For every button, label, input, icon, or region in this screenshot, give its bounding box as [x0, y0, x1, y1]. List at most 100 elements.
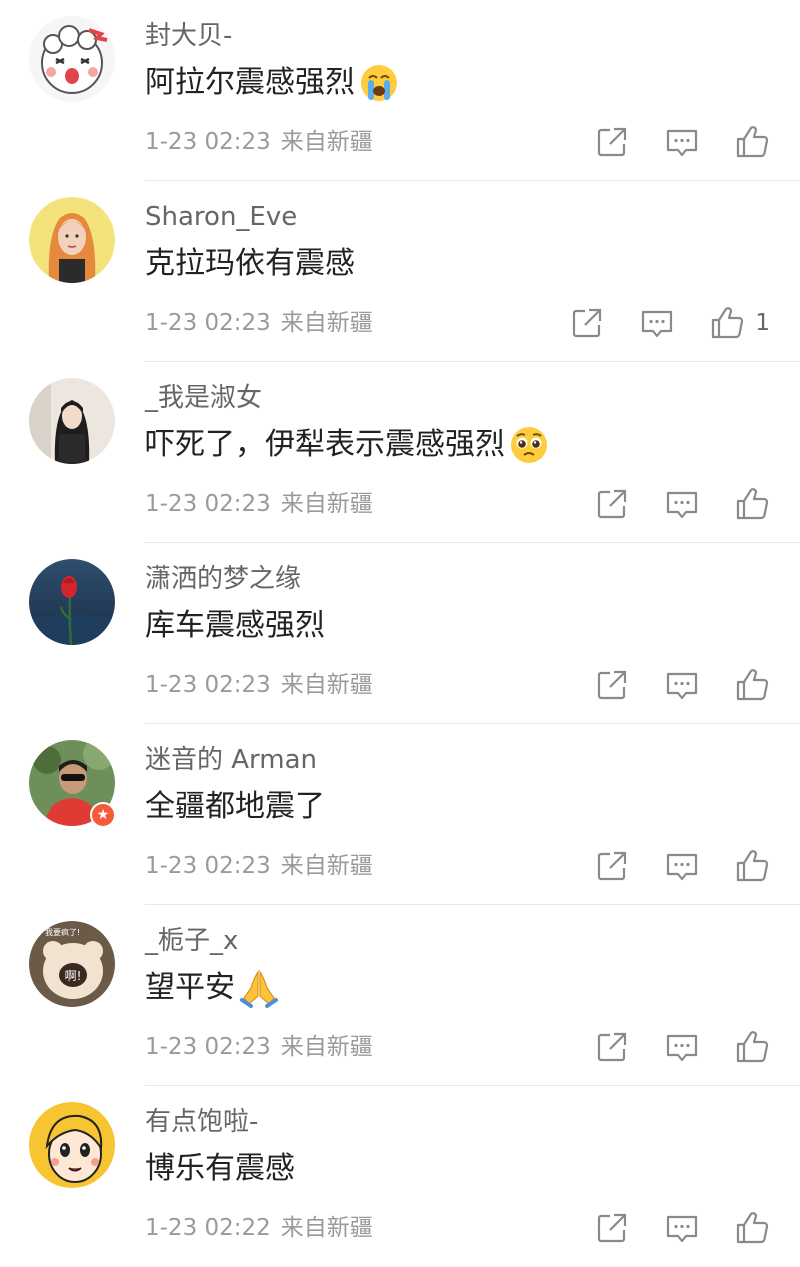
comment-actions: [560, 124, 770, 160]
username[interactable]: Sharon_Eve: [145, 199, 297, 235]
comment-text-content: 阿拉尔震感强烈: [145, 65, 355, 100]
comment-date: 1-23 02:23: [145, 310, 271, 336]
comment-item: 啊! 我要疯了! _栀子_x 望平安 1-23 02:23 来自新疆: [0, 905, 800, 1086]
comment-button[interactable]: [664, 1029, 700, 1065]
avatar-top-caption: 我要疯了!: [45, 927, 80, 937]
comment-icon: [666, 672, 698, 700]
share-button[interactable]: [594, 667, 630, 703]
comment-date: 1-23 02:23: [145, 853, 271, 879]
comment-text: 克拉玛依有震感: [145, 244, 355, 284]
comment-button[interactable]: [664, 848, 700, 884]
comment-icon: [666, 129, 698, 157]
username[interactable]: _我是淑女: [145, 380, 262, 416]
avatar-caption: 啊!: [65, 969, 82, 983]
comment-date: 1-23 02:23: [145, 129, 271, 155]
comment-text-content: 吓死了，伊犁表示震感强烈: [145, 427, 505, 462]
share-icon: [597, 127, 627, 157]
share-button[interactable]: [594, 1210, 630, 1246]
comment-button[interactable]: [639, 305, 675, 341]
comment-icon: [642, 310, 673, 338]
avatar[interactable]: [29, 16, 115, 102]
avatar[interactable]: [29, 378, 115, 464]
verified-badge-icon: ★: [90, 802, 116, 828]
username[interactable]: 潇洒的梦之缘: [145, 561, 301, 597]
like-button[interactable]: [734, 124, 770, 160]
comment-location: 来自新疆: [280, 310, 373, 336]
comment-list: 封大贝- 阿拉尔震感强烈 1-23 02:23 来自新疆 Sharon_Eve …: [0, 0, 800, 1261]
comment-item: 有点饱啦- 博乐有震感 1-23 02:22 来自新疆: [0, 1086, 800, 1267]
thumbs-up-icon: [736, 1212, 769, 1244]
comment-button[interactable]: [664, 124, 700, 160]
comment-date: 1-23 02:23: [145, 672, 271, 698]
like-button[interactable]: [734, 1210, 770, 1246]
username[interactable]: 迷音的 Arman: [145, 742, 317, 778]
username[interactable]: 封大贝-: [145, 18, 232, 54]
comment-text: 吓死了，伊犁表示震感强烈: [145, 425, 549, 465]
comment-date: 1-23 02:22: [145, 1215, 271, 1241]
pleading-face-icon: [509, 425, 549, 465]
comment-text: 望平安: [145, 968, 279, 1008]
comment-item: Sharon_Eve 克拉玛依有震感 1-23 02:23 来自新疆 1: [0, 181, 800, 362]
thumbs-up-icon: [736, 669, 769, 701]
comment-item: 潇洒的梦之缘 库车震感强烈 1-23 02:23 来自新疆: [0, 543, 800, 724]
comment-button[interactable]: [664, 486, 700, 522]
share-button[interactable]: [594, 486, 630, 522]
avatar[interactable]: [29, 1102, 115, 1188]
like-button[interactable]: [734, 848, 770, 884]
avatar[interactable]: 啊! 我要疯了!: [29, 921, 115, 1007]
thumbs-up-icon: [712, 307, 744, 339]
avatar[interactable]: [29, 197, 115, 283]
comment-icon: [666, 1034, 698, 1062]
comment-icon: [666, 491, 698, 519]
username[interactable]: _栀子_x: [145, 923, 238, 959]
comment-meta: 1-23 02:23 来自新疆: [145, 849, 373, 883]
comment-text: 库车震感强烈: [145, 606, 325, 646]
like-button[interactable]: [734, 486, 770, 522]
share-button[interactable]: [569, 305, 605, 341]
comment-date: 1-23 02:23: [145, 1034, 271, 1060]
comment-location: 来自新疆: [280, 853, 373, 879]
share-button[interactable]: [594, 1029, 630, 1065]
share-button[interactable]: [594, 124, 630, 160]
thumbs-up-icon: [736, 488, 769, 520]
comment-actions: [560, 1210, 770, 1246]
avatar[interactable]: [29, 559, 115, 645]
comment-text-content: 博乐有震感: [145, 1151, 295, 1186]
comment-location: 来自新疆: [280, 491, 373, 517]
comment-meta: 1-23 02:23 来自新疆: [145, 668, 373, 702]
loudly-crying-face-icon: [359, 63, 399, 103]
comment-text: 全疆都地震了: [145, 787, 325, 827]
like-button[interactable]: [734, 667, 770, 703]
comment-text-content: 库车震感强烈: [145, 608, 325, 643]
comment-date: 1-23 02:23: [145, 491, 271, 517]
share-icon: [597, 851, 627, 881]
like-button[interactable]: [734, 1029, 770, 1065]
comment-actions: [560, 486, 770, 522]
folded-hands-icon: [239, 968, 279, 1008]
comment-button[interactable]: [664, 667, 700, 703]
comment-actions: [560, 667, 770, 703]
comment-text-content: 望平安: [145, 970, 235, 1005]
comment-icon: [666, 1215, 698, 1243]
comment-location: 来自新疆: [280, 672, 373, 698]
share-icon: [597, 1213, 627, 1243]
comment-location: 来自新疆: [280, 129, 373, 155]
thumbs-up-icon: [736, 850, 769, 882]
comment-meta: 1-23 02:23 来自新疆: [145, 125, 373, 159]
comment-actions: [560, 1029, 770, 1065]
thumbs-up-icon: [736, 1031, 769, 1063]
like-count: 1: [755, 310, 770, 336]
comment-text: 阿拉尔震感强烈: [145, 63, 399, 103]
like-button[interactable]: 1: [709, 305, 770, 341]
share-icon: [597, 489, 627, 519]
comment-meta: 1-23 02:23 来自新疆: [145, 1030, 373, 1064]
comment-item: _我是淑女 吓死了，伊犁表示震感强烈 1-23 02:23 来自新疆: [0, 362, 800, 543]
comment-meta: 1-23 02:23 来自新疆: [145, 306, 373, 340]
comment-button[interactable]: [664, 1210, 700, 1246]
comment-meta: 1-23 02:23 来自新疆: [145, 487, 373, 521]
username[interactable]: 有点饱啦-: [145, 1104, 258, 1140]
share-button[interactable]: [594, 848, 630, 884]
comment-actions: 1: [535, 305, 770, 341]
share-icon: [573, 308, 602, 338]
share-icon: [597, 670, 627, 700]
